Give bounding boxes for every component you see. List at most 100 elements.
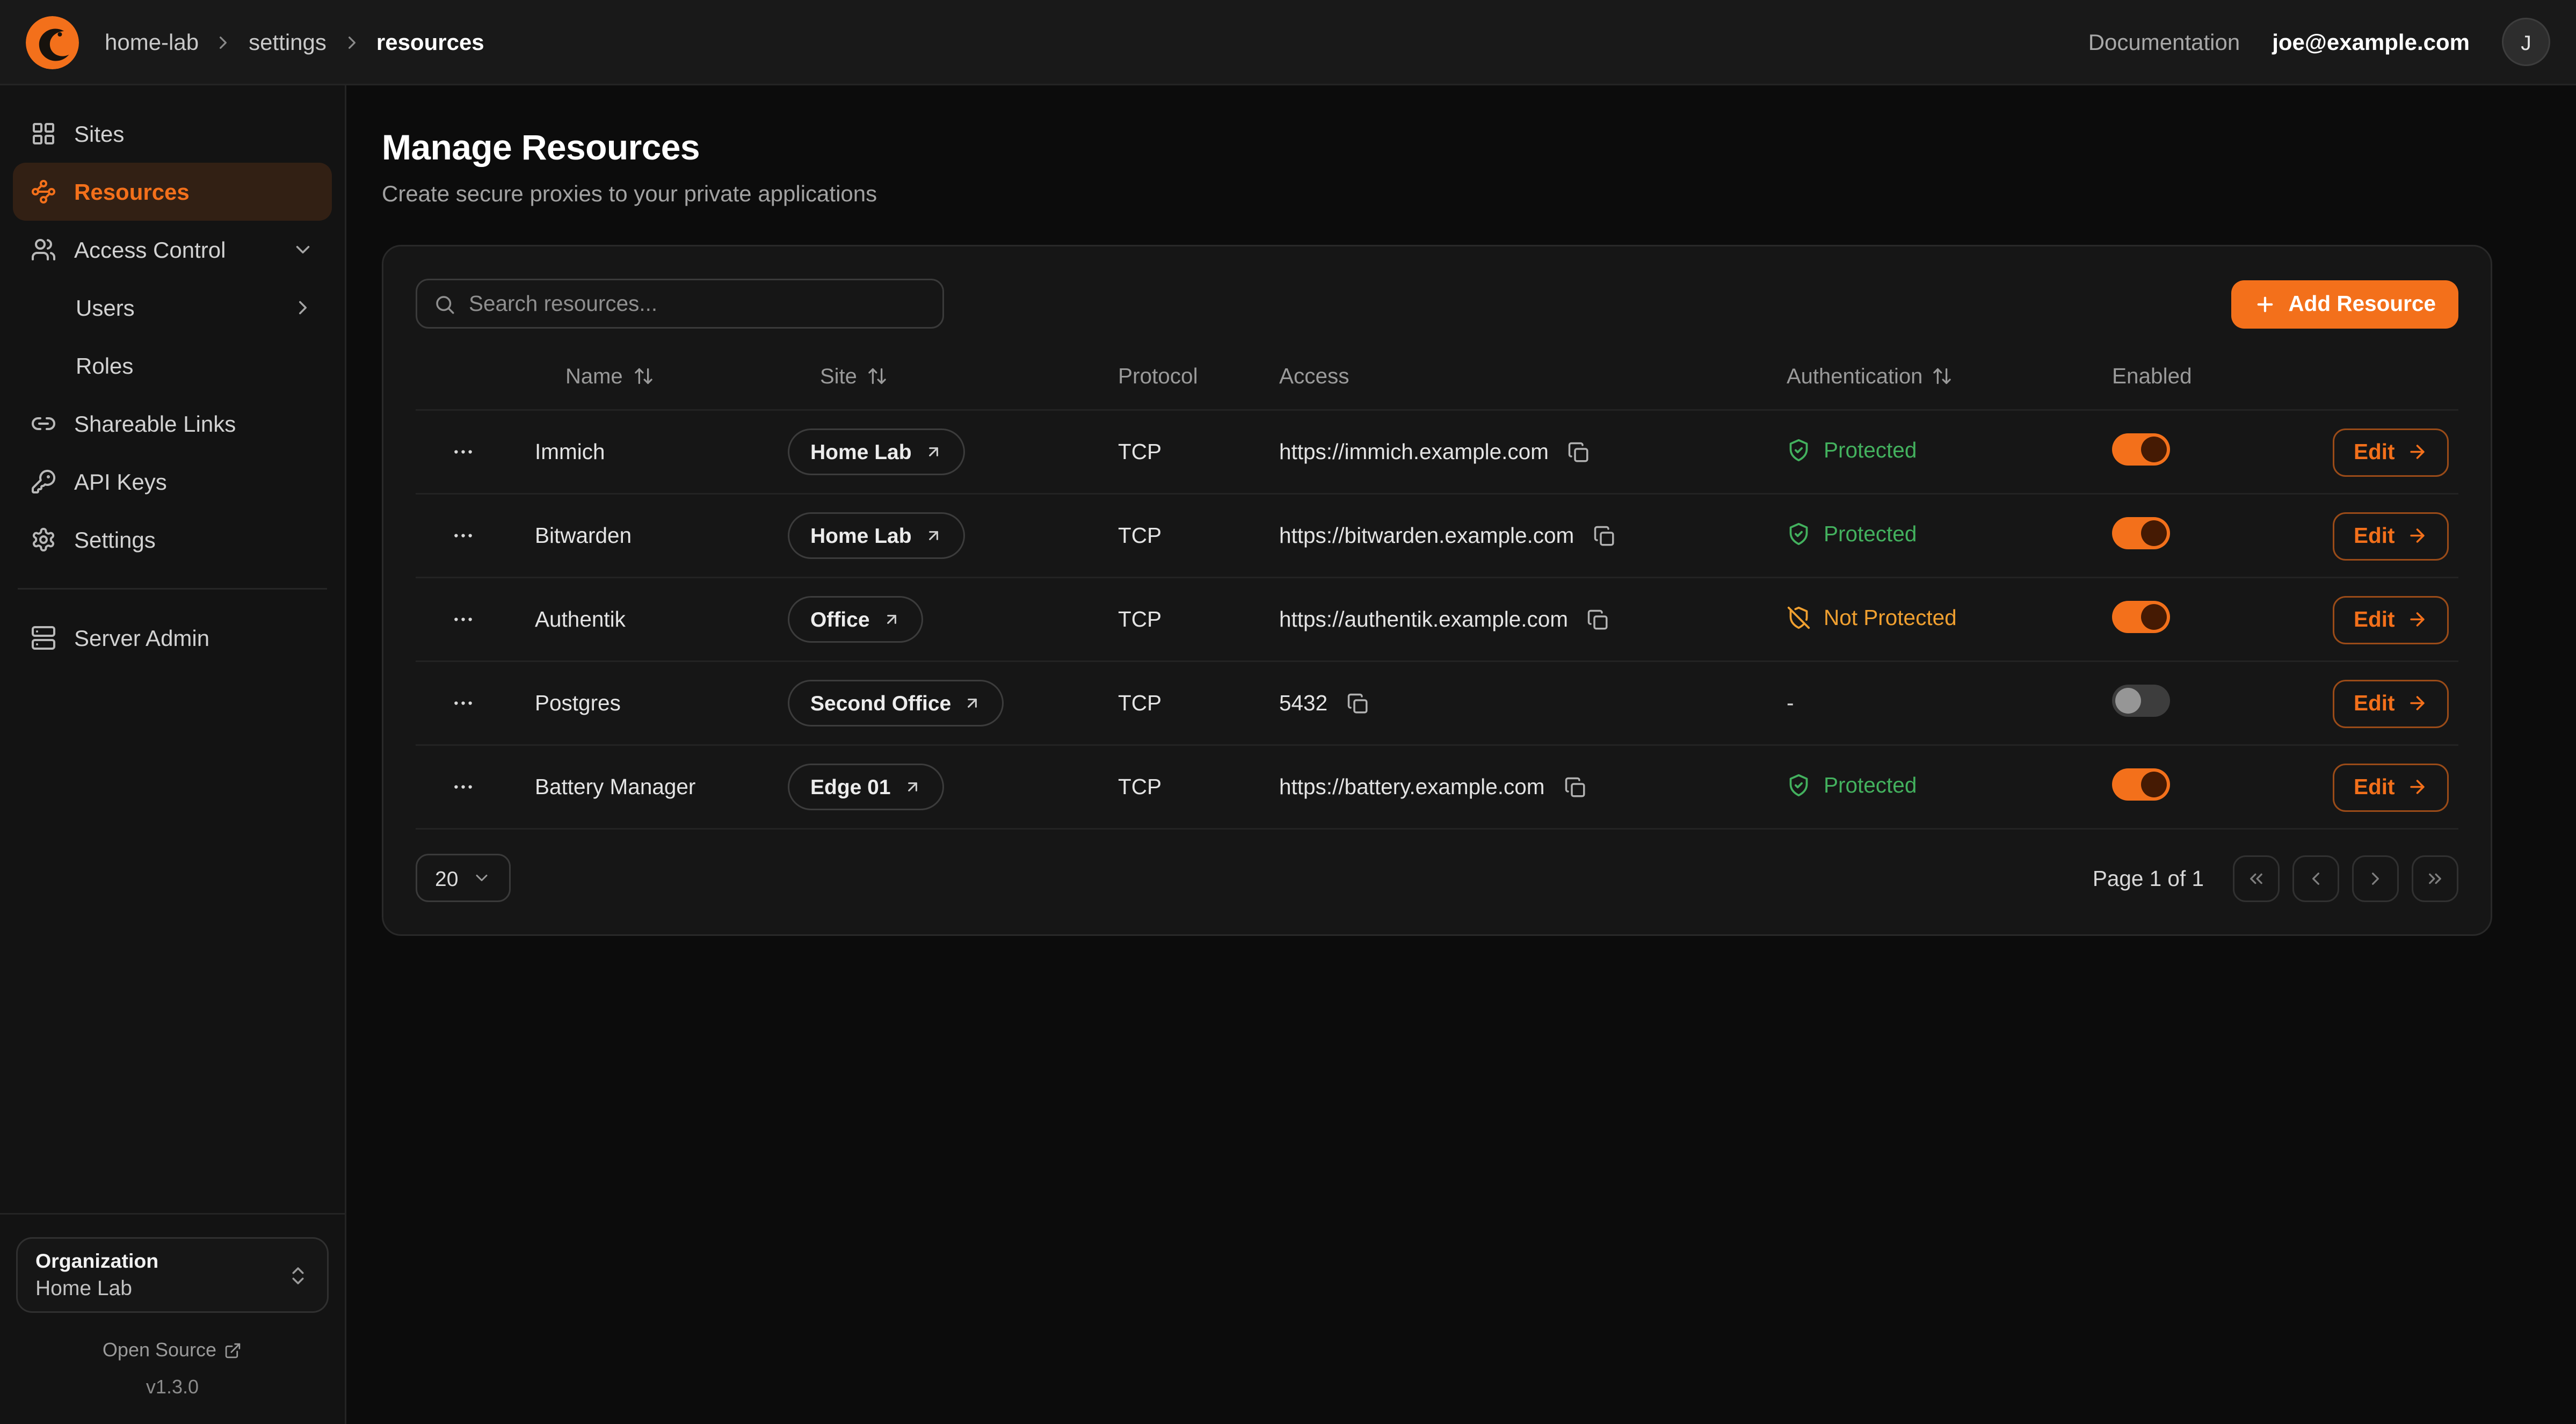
- protocol: TCP: [1115, 440, 1279, 464]
- copy-icon[interactable]: [1561, 773, 1590, 802]
- page-size-select[interactable]: 20: [416, 854, 511, 902]
- row-menu-button[interactable]: [445, 433, 482, 470]
- auth-status: Protected: [1787, 773, 1917, 797]
- search-input[interactable]: [469, 292, 926, 316]
- row-menu-button[interactable]: [445, 768, 482, 805]
- auth-status: Protected: [1787, 521, 1917, 546]
- access-url: https://battery.example.com: [1279, 775, 1544, 799]
- copy-icon[interactable]: [1565, 438, 1594, 467]
- sidebar-spacer: [13, 667, 332, 1213]
- row-menu-button[interactable]: [445, 685, 482, 722]
- resources-card: Add Resource Name Site: [382, 245, 2492, 936]
- table-body: Immich Home Lab TCP https://immich.examp…: [416, 409, 2458, 830]
- site-link[interactable]: Home Lab: [788, 512, 965, 559]
- previous-page-button[interactable]: [2292, 855, 2339, 902]
- last-page-button[interactable]: [2412, 855, 2458, 902]
- enabled-toggle[interactable]: [2112, 685, 2170, 717]
- pagination: Page 1 of 1: [2093, 855, 2458, 902]
- organization-value: Home Lab: [35, 1276, 158, 1300]
- row-menu-button[interactable]: [445, 601, 482, 638]
- site-link[interactable]: Office: [788, 596, 923, 643]
- sort-icon: [867, 366, 888, 387]
- avatar[interactable]: J: [2502, 18, 2550, 66]
- open-source-label: Open Source: [103, 1339, 216, 1361]
- table-row: Battery Manager Edge 01 TCP https://batt…: [416, 744, 2458, 828]
- chevron-right-icon: [341, 32, 362, 53]
- access-url: 5432: [1279, 691, 1327, 715]
- sort-icon: [1932, 366, 1953, 387]
- breadcrumb-settings[interactable]: settings: [249, 29, 326, 55]
- top-bar-right: Documentation joe@example.com J: [2088, 18, 2550, 66]
- breadcrumb-home-lab[interactable]: home-lab: [105, 29, 199, 55]
- add-resource-label: Add Resource: [2288, 292, 2436, 316]
- site-link[interactable]: Edge 01: [788, 764, 944, 810]
- chevron-down-icon: [473, 868, 492, 888]
- grid-icon: [31, 121, 56, 147]
- column-header-name[interactable]: Name: [512, 364, 767, 388]
- plus-icon: [2254, 293, 2277, 315]
- table-row: Bitwarden Home Lab TCP https://bitwarden…: [416, 493, 2458, 577]
- copy-icon[interactable]: [1590, 521, 1619, 550]
- shield-off-icon: [1787, 605, 1811, 629]
- edit-button[interactable]: Edit: [2333, 512, 2448, 560]
- sidebar-item-users[interactable]: Users: [13, 279, 332, 337]
- edit-button[interactable]: Edit: [2333, 679, 2448, 728]
- column-header-site[interactable]: Site: [767, 364, 1115, 388]
- page-subtitle: Create secure proxies to your private ap…: [382, 180, 2492, 206]
- resource-name: Battery Manager: [512, 775, 767, 799]
- server-icon: [31, 625, 56, 651]
- add-resource-button[interactable]: Add Resource: [2232, 280, 2458, 328]
- enabled-toggle[interactable]: [2112, 601, 2170, 633]
- auth-label: Not Protected: [1824, 605, 1957, 629]
- user-email[interactable]: joe@example.com: [2272, 29, 2470, 55]
- row-menu-button[interactable]: [445, 517, 482, 554]
- copy-icon[interactable]: [1584, 605, 1613, 634]
- edit-button[interactable]: Edit: [2333, 595, 2448, 644]
- organization-selector[interactable]: Organization Home Lab: [16, 1237, 329, 1313]
- sidebar-item-label: Settings: [74, 527, 156, 553]
- sidebar-item-server-admin[interactable]: Server Admin: [13, 609, 332, 667]
- edit-button[interactable]: Edit: [2333, 763, 2448, 811]
- sidebar-item-sites[interactable]: Sites: [13, 105, 332, 163]
- enabled-toggle[interactable]: [2112, 768, 2170, 801]
- edit-button[interactable]: Edit: [2333, 428, 2448, 476]
- open-source-link[interactable]: Open Source: [16, 1339, 329, 1361]
- site-name: Office: [810, 607, 870, 631]
- column-header-enabled: Enabled: [2112, 364, 2333, 388]
- sidebar-item-api-keys[interactable]: API Keys: [13, 453, 332, 511]
- resources-table: Name Site Protocol: [416, 354, 2458, 830]
- copy-icon[interactable]: [1344, 689, 1373, 718]
- sidebar-item-shareable-links[interactable]: Shareable Links: [13, 395, 332, 453]
- site-link[interactable]: Second Office: [788, 680, 1004, 726]
- column-header-authentication[interactable]: Authentication: [1787, 364, 2112, 388]
- sidebar-item-access-control[interactable]: Access Control: [13, 221, 332, 279]
- resource-name: Postgres: [512, 691, 767, 715]
- search-icon: [433, 293, 456, 315]
- resource-name: Immich: [512, 440, 767, 464]
- site-link[interactable]: Home Lab: [788, 428, 965, 475]
- enabled-toggle[interactable]: [2112, 433, 2170, 466]
- sidebar-item-resources[interactable]: Resources: [13, 163, 332, 221]
- breadcrumb-resources[interactable]: resources: [376, 29, 484, 55]
- column-header-protocol: Protocol: [1115, 364, 1279, 388]
- sidebar-item-label: API Keys: [74, 469, 167, 495]
- arrow-up-right-icon: [925, 527, 942, 544]
- sidebar-item-roles[interactable]: Roles: [13, 337, 332, 395]
- chevron-right-icon: [213, 32, 234, 53]
- enabled-toggle[interactable]: [2112, 517, 2170, 549]
- next-page-button[interactable]: [2352, 855, 2399, 902]
- sidebar-divider: [18, 588, 327, 590]
- link-icon: [31, 411, 56, 437]
- arrow-up-right-icon: [964, 694, 982, 712]
- access-url: https://immich.example.com: [1279, 440, 1549, 464]
- documentation-link[interactable]: Documentation: [2088, 29, 2240, 55]
- app-logo-icon[interactable]: [26, 16, 79, 69]
- page-title: Manage Resources: [382, 127, 2492, 169]
- auth-label: Protected: [1824, 438, 1917, 462]
- auth-label: Protected: [1824, 521, 1917, 546]
- waypoints-icon: [31, 179, 56, 205]
- resource-name: Bitwarden: [512, 524, 767, 548]
- first-page-button[interactable]: [2233, 855, 2280, 902]
- sidebar-item-settings[interactable]: Settings: [13, 511, 332, 569]
- arrow-up-right-icon: [904, 778, 921, 796]
